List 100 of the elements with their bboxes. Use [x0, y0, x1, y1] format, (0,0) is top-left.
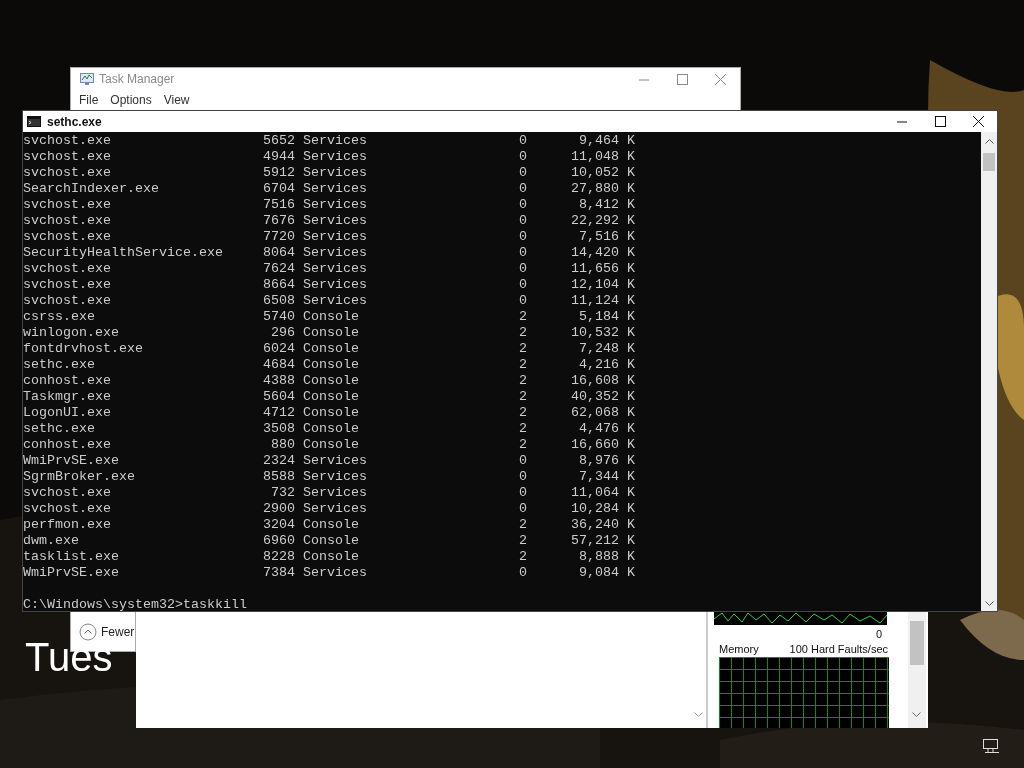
image-name: svchost.exe: [23, 165, 112, 181]
session-number: 2: [518, 533, 527, 549]
image-name: svchost.exe: [23, 133, 112, 149]
pid: 4684: [262, 357, 295, 373]
session-number: 2: [518, 373, 527, 389]
memory-usage: 14,420 K: [570, 245, 635, 261]
pid: 6960: [262, 533, 295, 549]
session-name: Console: [303, 405, 360, 421]
memory-usage: 57,212 K: [570, 533, 635, 549]
scrollbar-thumb[interactable]: [910, 621, 924, 665]
session-number: 2: [518, 549, 527, 565]
scroll-down-icon: [694, 712, 703, 718]
session-name: Services: [303, 133, 368, 149]
session-name: Services: [303, 261, 368, 277]
pid: 8064: [262, 245, 295, 261]
image-name: conhost.exe: [23, 373, 112, 389]
session-name: Services: [303, 485, 368, 501]
session-number: 2: [518, 309, 527, 325]
scrollbar-thumb[interactable]: [983, 153, 995, 171]
menu-item[interactable]: Options: [108, 91, 154, 109]
session-number: 0: [518, 293, 527, 309]
session-name: Services: [303, 213, 368, 229]
session-name: Services: [303, 229, 368, 245]
pid: 5912: [262, 165, 295, 181]
session-name: Services: [303, 181, 368, 197]
session-number: 0: [518, 469, 527, 485]
memory-usage: 4,216 K: [578, 357, 635, 373]
session-name: Services: [303, 469, 368, 485]
pid: 7384: [262, 565, 295, 581]
memory-usage: 4,476 K: [578, 421, 635, 437]
session-number: 0: [518, 133, 527, 149]
maximize-icon: [934, 116, 946, 127]
session-name: Services: [303, 501, 368, 517]
pid: 732: [270, 485, 295, 501]
pid: 2900: [262, 501, 295, 517]
image-name: svchost.exe: [23, 293, 112, 309]
session-number: 0: [518, 501, 527, 517]
session-name: Console: [303, 341, 360, 357]
network-icon: [983, 739, 1000, 754]
memory-usage: 10,532 K: [570, 325, 635, 341]
session-number: 0: [518, 213, 527, 229]
image-name: WmiPrvSE.exe: [23, 565, 120, 581]
image-name: dwm.exe: [23, 533, 80, 549]
image-name: winlogon.exe: [23, 325, 120, 341]
menu-item[interactable]: File: [77, 91, 101, 109]
session-number: 0: [518, 149, 527, 165]
pid: 5652: [262, 133, 295, 149]
image-name: svchost.exe: [23, 485, 112, 501]
session-number: 0: [518, 245, 527, 261]
session-name: Console: [303, 533, 360, 549]
memory-usage: 16,660 K: [570, 437, 635, 453]
session-name: Services: [303, 293, 368, 309]
window-title: Task Manager: [99, 71, 175, 88]
session-number: 2: [518, 357, 527, 373]
image-name: csrss.exe: [23, 309, 96, 325]
memory-usage: 11,124 K: [570, 293, 635, 309]
session-number: 0: [518, 165, 527, 181]
image-name: WmiPrvSE.exe: [23, 453, 120, 469]
pid: 2324: [262, 453, 295, 469]
memory-usage: 9,464 K: [578, 133, 635, 149]
image-name: svchost.exe: [23, 213, 112, 229]
session-number: 0: [518, 181, 527, 197]
image-name: conhost.exe: [23, 437, 112, 453]
session-name: Console: [303, 309, 360, 325]
pid: 880: [270, 437, 295, 453]
pid: 3204: [262, 517, 295, 533]
scroll-up-icon: [985, 138, 994, 144]
memory-usage: 11,048 K: [570, 149, 635, 165]
pid: 4712: [262, 405, 295, 421]
memory-usage: 16,608 K: [570, 373, 635, 389]
pid: 7676: [262, 213, 295, 229]
session-number: 0: [518, 277, 527, 293]
image-name: SecurityHealthService.exe: [23, 245, 223, 261]
session-number: 0: [518, 453, 527, 469]
image-name: sethc.exe: [23, 421, 96, 437]
close-icon: [972, 116, 984, 127]
image-name: svchost.exe: [23, 197, 112, 213]
image-name: svchost.exe: [23, 501, 112, 517]
pid: 7516: [262, 197, 295, 213]
memory-usage: 11,064 K: [570, 485, 635, 501]
session-name: Services: [303, 197, 368, 213]
memory-usage: 7,516 K: [578, 229, 635, 245]
image-name: SearchIndexer.exe: [23, 181, 160, 197]
memory-usage: 8,976 K: [578, 453, 635, 469]
session-number: 2: [518, 341, 527, 357]
menu-item[interactable]: View: [161, 91, 192, 109]
monitor-chart-icon: [79, 72, 95, 86]
session-name: Console: [303, 421, 360, 437]
session-number: 2: [518, 421, 527, 437]
image-name: SgrmBroker.exe: [23, 469, 136, 485]
pid: 5604: [262, 389, 295, 405]
pid: 8228: [262, 549, 295, 565]
image-name: tasklist.exe: [23, 549, 120, 565]
session-number: 0: [518, 565, 527, 581]
scroll-down-icon: [985, 601, 994, 607]
image-name: Taskmgr.exe: [23, 389, 112, 405]
pid: 6508: [262, 293, 295, 309]
session-name: Services: [303, 245, 368, 261]
scroll-down-icon: [912, 712, 921, 718]
session-name: Services: [303, 277, 368, 293]
